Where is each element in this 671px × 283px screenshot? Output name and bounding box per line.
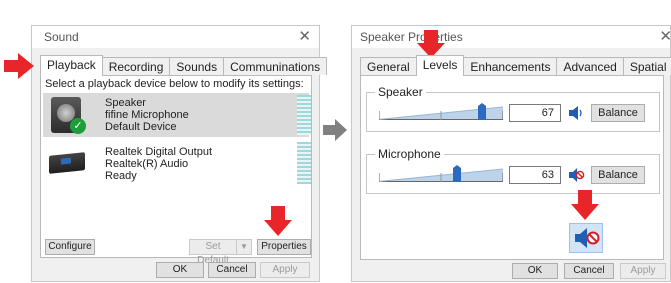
arrow-down-icon xyxy=(264,206,292,236)
tab-levels[interactable]: Levels xyxy=(415,55,465,76)
group-label: Speaker xyxy=(375,85,426,99)
tab-enhancements[interactable]: Enhancements xyxy=(463,57,558,75)
speaker-level-value[interactable]: 67 xyxy=(509,104,561,122)
device-name: Speaker xyxy=(105,97,146,109)
ok-button[interactable]: OK xyxy=(156,262,204,278)
apply-button[interactable]: Apply xyxy=(260,262,310,278)
configure-button[interactable]: Configure xyxy=(45,239,95,255)
mute-icon-enlarged xyxy=(569,223,603,253)
close-icon[interactable]: ✕ xyxy=(659,27,671,45)
cancel-button[interactable]: Cancel xyxy=(564,263,614,279)
window-title: Sound xyxy=(44,30,79,44)
microphone-level-group: Microphone 63 Balance xyxy=(366,147,660,194)
device-row[interactable]: Realtek Digital Output Realtek(R) Audio … xyxy=(43,142,311,186)
tab-general[interactable]: General xyxy=(360,57,417,75)
volume-icon[interactable] xyxy=(567,104,585,122)
speaker-level-group: Speaker 67 Balance xyxy=(366,85,660,132)
sound-tabs: Playback Recording Sounds Communinations xyxy=(40,55,328,76)
tab-spatial-sound[interactable]: Spatial sound xyxy=(622,57,671,88)
levels-panel: Speaker 67 Balance Microphone 63 Balance xyxy=(360,75,664,260)
device-description: Realtek(R) Audio xyxy=(105,158,189,170)
check-icon: ✓ xyxy=(70,118,86,134)
level-meter xyxy=(297,95,311,135)
set-default-button[interactable]: Set Default xyxy=(189,239,237,266)
ok-button[interactable]: OK xyxy=(512,263,558,279)
arrow-right-icon xyxy=(4,53,34,79)
window-title: Speaker Properties xyxy=(360,30,463,44)
tab-communications[interactable]: Communinations xyxy=(223,57,328,75)
sound-dialog: Sound ✕ Playback Recording Sounds Commun… xyxy=(31,25,328,282)
tab-recording[interactable]: Recording xyxy=(101,57,171,75)
arrow-down-icon xyxy=(571,190,599,220)
properties-tabs: General Levels Enhancements Advanced Spa… xyxy=(360,55,671,88)
sound-titlebar: Sound ✕ xyxy=(32,26,319,48)
chevron-down-icon: ▼ xyxy=(240,242,248,251)
speaker-balance-button[interactable]: Balance xyxy=(591,104,645,122)
arrow-down-icon xyxy=(417,30,445,58)
properties-titlebar: Speaker Properties ✕ xyxy=(352,26,671,48)
speaker-properties-dialog: Speaker Properties ✕ General Levels Enha… xyxy=(351,25,671,282)
close-icon[interactable]: ✕ xyxy=(298,27,311,45)
tab-advanced[interactable]: Advanced xyxy=(556,57,624,75)
cancel-button[interactable]: Cancel xyxy=(208,262,256,278)
arrow-right-icon xyxy=(323,119,347,141)
group-label: Microphone xyxy=(375,147,444,161)
device-status: Default Device xyxy=(105,121,177,133)
device-row[interactable]: ✓ Speaker fifine Microphone Default Devi… xyxy=(43,93,311,137)
device-name: Realtek Digital Output xyxy=(105,146,212,158)
apply-button[interactable]: Apply xyxy=(620,263,666,279)
microphone-level-value[interactable]: 63 xyxy=(509,166,561,184)
set-default-dropdown[interactable]: ▼ xyxy=(236,239,252,255)
tab-sounds[interactable]: Sounds xyxy=(169,57,225,75)
properties-button[interactable]: Properties xyxy=(257,239,311,255)
digital-output-icon xyxy=(49,152,85,174)
speaker-volume-slider[interactable] xyxy=(379,103,503,123)
mute-icon[interactable] xyxy=(567,166,585,184)
device-status: Ready xyxy=(105,170,137,182)
instruction-text: Select a playback device below to modify… xyxy=(45,78,304,90)
microphone-balance-button[interactable]: Balance xyxy=(591,166,645,184)
level-meter xyxy=(297,142,311,184)
tab-playback[interactable]: Playback xyxy=(40,55,103,76)
device-description: fifine Microphone xyxy=(105,109,189,121)
microphone-volume-slider[interactable] xyxy=(379,165,503,185)
